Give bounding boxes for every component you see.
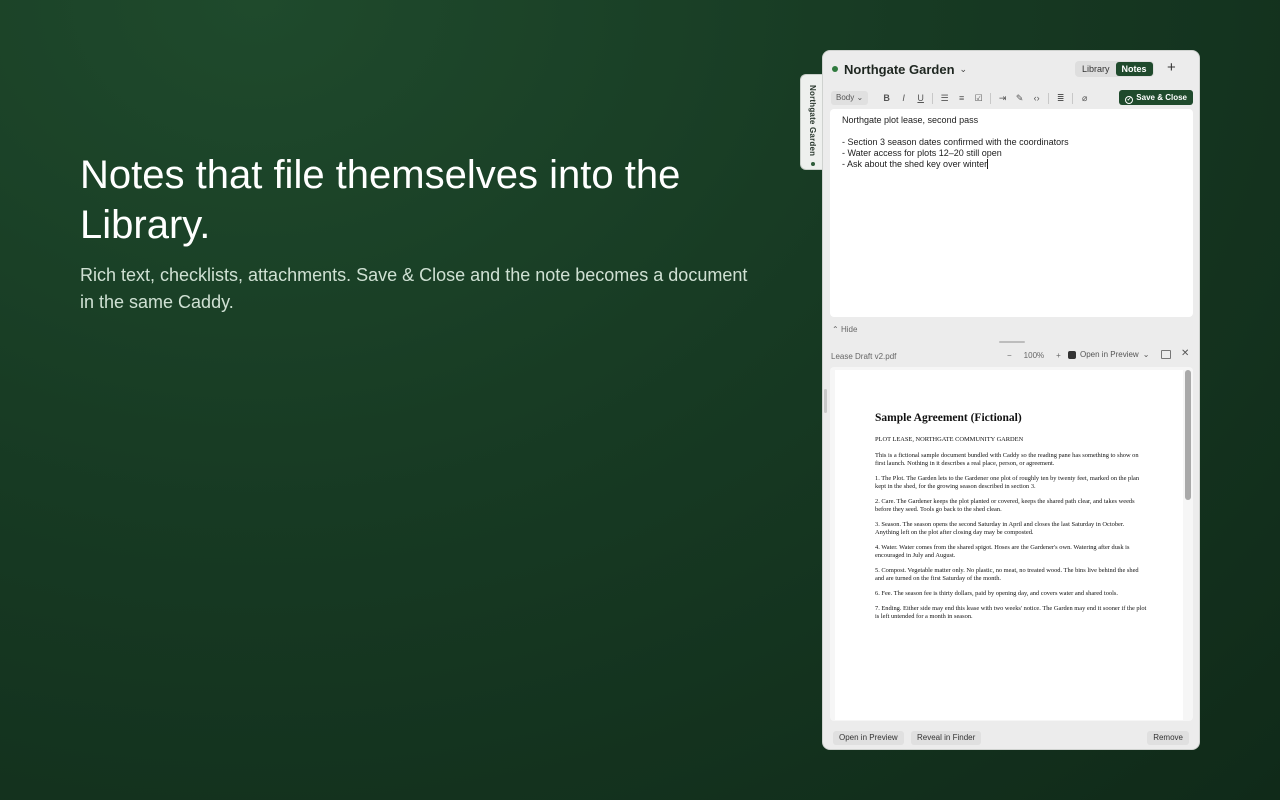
zoom-level: 100% [1023,351,1045,360]
side-tab-status-dot [810,162,815,167]
zoom-in-button[interactable]: + [1056,351,1061,360]
workspace-status-dot [832,66,838,72]
pdf-paragraph: 2. Care. The Gardener keeps the plot pla… [875,498,1135,513]
add-note-button[interactable]: + [1167,59,1176,76]
code-icon[interactable]: ‹› [1028,91,1045,105]
toolbar-divider [990,92,992,104]
save-close-label: Save & Close [1136,93,1187,102]
attachment-footer: Open in Preview Reveal in Finder Remove [823,727,1199,749]
pdf-paragraph: 1. The Plot. The Garden lets to the Gard… [875,475,1140,490]
chevron-up-icon: ⌃ [832,325,839,334]
remove-button[interactable]: Remove [1147,731,1189,745]
resize-grip[interactable] [824,389,827,413]
checklist-icon[interactable]: ☑ [970,91,987,105]
attachment-name: Lease Draft v2.pdf [831,351,897,361]
note-line: - Water access for plots 12–20 still ope… [842,148,1002,158]
close-icon[interactable]: ✕ [1181,348,1189,359]
pdf-paragraph: 3. Season. The season opens the second S… [875,521,1125,536]
split-drag-handle[interactable] [999,341,1025,343]
pdf-paragraph: 6. Fee. The season fee is thirty dollars… [875,590,1118,597]
bold-button[interactable]: B [878,91,895,105]
note-line: - Ask about the shed key over winter [842,159,988,169]
toolbar-divider [1048,92,1050,104]
italic-button[interactable]: I [895,91,912,105]
pdf-page: Sample Agreement (Fictional) PLOT LEASE,… [835,370,1183,720]
toolbar-divider [932,92,934,104]
hide-label: Hide [840,325,858,334]
view-switcher: Library Notes [1075,61,1154,77]
caddy-panel: Northgate Garden ⌄ Library Notes + Body … [822,50,1200,750]
bullet-list-icon[interactable]: ☰ [936,91,953,105]
save-close-button[interactable]: ✓ Save & Close [1119,90,1193,105]
hero-title: Notes that file themselves into the Libr… [80,153,681,247]
note-title: Northgate plot lease, second pass [842,115,979,125]
text-style-select[interactable]: Body ⌄ [831,91,869,105]
highlight-icon[interactable]: ✎ [1011,91,1028,105]
open-in-preview-button[interactable]: Open in Preview [833,731,904,745]
chevron-down-icon: ⌄ [1142,350,1150,359]
attachment-icon[interactable]: ⌀ [1076,91,1093,105]
text-caret [987,159,989,169]
tab-library[interactable]: Library [1076,62,1116,76]
pdf-paragraph: 4. Water. Water comes from the shared sp… [875,544,1130,559]
hide-toggle[interactable]: ⌃ Hide [832,325,857,334]
pdf-title: Sample Agreement (Fictional) [875,412,1022,424]
note-line: - Section 3 season dates confirmed with … [842,137,1069,147]
preview-app-icon [1068,350,1076,359]
toolbar-divider [1072,92,1074,104]
pdf-paragraph: 7. Ending. Either side may end this leas… [875,605,1147,620]
align-left-icon[interactable]: ≣ [1052,91,1069,105]
hero-subtitle: Rich text, checklists, attachments. Save… [80,265,748,312]
attachment-header: Lease Draft v2.pdf − 100% + Open in Prev… [823,347,1199,365]
format-toolbar: Body ⌄ B I U ☰ ≡ ☑ ⇥ ✎ ‹› ≣ ⌀ ✓ Save & Cl… [831,87,1193,109]
chevron-down-icon[interactable]: ⌄ [960,64,968,75]
note-editor[interactable]: Northgate plot lease, second pass - Sect… [830,109,1193,317]
checkmark-icon: ✓ [1125,96,1134,104]
pdf-paragraph: This is a fictional sample document bund… [875,452,1139,467]
reveal-in-finder-button[interactable]: Reveal in Finder [911,731,982,745]
pop-out-window-icon[interactable] [1161,350,1171,359]
text-style-value: Body [836,93,855,102]
pdf-viewer[interactable]: Sample Agreement (Fictional) PLOT LEASE,… [830,367,1193,721]
open-in-preview-label: Open in Preview [1080,350,1139,359]
pdf-scrollbar[interactable] [1185,370,1191,500]
zoom-out-button[interactable]: − [1007,351,1012,360]
underline-button[interactable]: U [912,91,929,105]
panel-titlebar: Northgate Garden ⌄ Library Notes + [823,51,1199,87]
workspace-side-tab[interactable]: Northgate Garden [800,74,824,170]
pdf-subtitle: PLOT LEASE, NORTHGATE COMMUNITY GARDEN [875,436,1024,443]
hero-section: Notes that file themselves into the Libr… [80,150,760,316]
zoom-control: − 100% + [1001,351,1067,360]
numbered-list-icon[interactable]: ≡ [953,91,970,105]
workspace-selector[interactable]: Northgate Garden [844,62,955,77]
tab-notes[interactable]: Notes [1115,62,1153,76]
side-tab-label: Northgate Garden [808,85,817,157]
indent-icon[interactable]: ⇥ [994,91,1011,105]
open-in-preview-menu[interactable]: Open in Preview ⌄ [1068,350,1149,359]
pdf-paragraph: 5. Compost. Vegetable matter only. No pl… [875,567,1139,582]
